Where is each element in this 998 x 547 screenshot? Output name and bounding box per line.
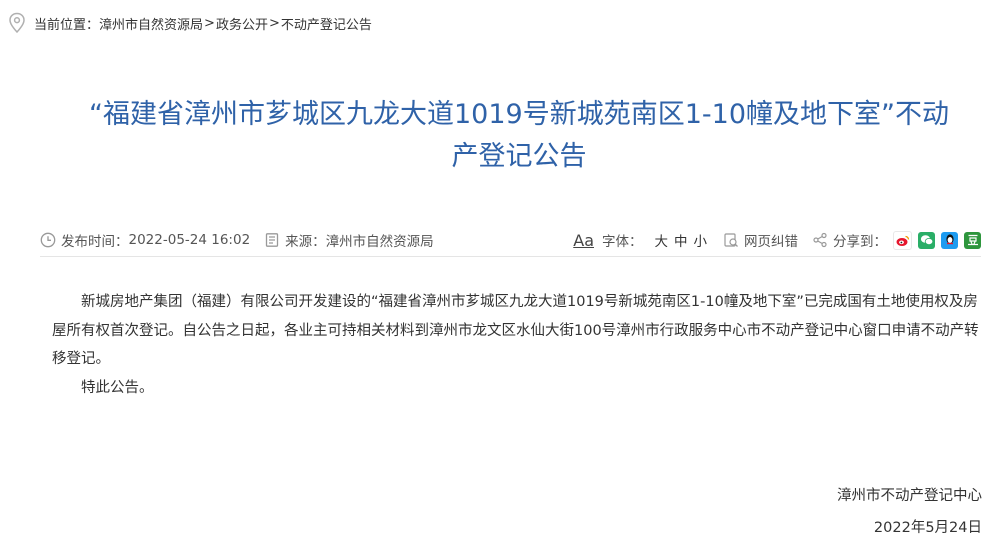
share-bar: 分享到： [812,230,981,250]
qq-icon[interactable] [941,231,958,249]
breadcrumb-link-gov-affairs[interactable]: 政务公开 [216,14,268,33]
breadcrumb-label: 当前位置： [34,17,100,33]
share-label: 分享到： [833,234,887,250]
article-body: 新城房地产集团（福建）有限公司开发建设的“福建省漳州市芗城区九龙大道1019号新… [52,288,982,402]
meta-divider [40,256,981,257]
publish-time: 发布时间： 2022-05-24 16:02 [40,230,250,250]
font-size-icon: Aa [573,230,594,250]
publish-time-value: 2022-05-24 16:02 [128,232,251,248]
page-title-line-1: “福建省漳州市芗城区九龙大道1019号新城苑南区1-10幢及地下室”不动 [89,99,949,130]
font-size-medium-button[interactable]: 中 [674,230,688,250]
breadcrumb-separator: > [268,15,280,31]
clock-icon [40,232,56,248]
wechat-icon[interactable] [918,231,935,249]
error-report-button[interactable]: 网页纠错 [723,230,798,250]
signature-organization: 漳州市不动产登记中心 [837,488,982,504]
article-paragraph: 特此公告。 [81,379,154,396]
article-meta-bar: 发布时间： 2022-05-24 16:02 来源： 漳州市自然资源局 Aa 字… [40,226,981,254]
signature-date: 2022年5月24日 [873,520,982,536]
breadcrumb: 当前位置： 漳州市自然资源局 > 政务公开 > 不动产登记公告 [8,12,372,34]
breadcrumb-link-bureau[interactable]: 漳州市自然资源局 [99,14,203,33]
page-title: “福建省漳州市芗城区九龙大道1019号新城苑南区1-10幢及地下室”不动 产登记… [40,94,998,178]
font-size-control: Aa 字体： 大 中 小 [573,230,708,251]
article-paragraph: 新城房地产集团（福建）有限公司开发建设的“福建省漳州市芗城区九龙大道1019号新… [52,294,979,367]
font-size-label: 字体： [602,234,643,250]
breadcrumb-separator: > [204,15,215,31]
error-report-icon [723,232,739,248]
location-pin-icon [9,12,25,34]
source-info: 来源： 漳州市自然资源局 [264,230,434,250]
douban-icon[interactable] [964,231,981,249]
weibo-icon[interactable] [893,230,912,250]
source-value: 漳州市自然资源局 [325,234,434,250]
breadcrumb-link-notice[interactable]: 不动产登记公告 [281,14,372,33]
error-report-label: 网页纠错 [744,234,798,250]
source-icon [264,232,280,248]
share-icon [812,232,828,248]
font-size-large-button[interactable]: 大 [655,230,669,250]
page-title-line-2: 产登记公告 [451,141,587,172]
source-label: 来源： [285,234,326,250]
publish-time-label: 发布时间： [61,234,129,250]
font-size-small-button[interactable]: 小 [694,230,708,250]
